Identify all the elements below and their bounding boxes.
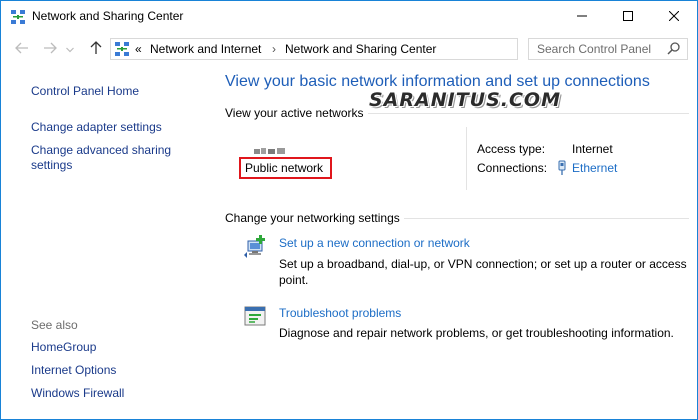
search-icon[interactable] [667, 41, 683, 57]
active-networks-label: View your active networks [225, 106, 368, 120]
recent-locations-button[interactable] [64, 40, 76, 58]
network-name-redacted [254, 144, 286, 154]
see-also-label: See also [31, 318, 78, 332]
up-button[interactable] [87, 40, 105, 58]
change-advanced-sharing-settings-link[interactable]: Change advanced sharing settings [31, 143, 191, 173]
new-connection-icon[interactable] [243, 235, 269, 259]
minimize-icon [577, 10, 587, 24]
internet-options-link[interactable]: Internet Options [31, 363, 116, 378]
homegroup-link[interactable]: HomeGroup [31, 340, 96, 355]
breadcrumb-separator[interactable]: › [272, 42, 276, 56]
window: Network and Sharing Center « Network and… [0, 0, 698, 420]
search-box[interactable] [528, 38, 688, 60]
divider [466, 127, 467, 190]
ethernet-connection-link[interactable]: Ethernet [572, 161, 617, 175]
minimize-button[interactable] [559, 1, 605, 32]
watermark: SARANITUS.COM [369, 89, 561, 111]
arrow-left-icon [15, 42, 29, 57]
troubleshoot-icon[interactable] [243, 305, 269, 329]
back-button[interactable] [13, 40, 31, 58]
network-category[interactable]: Public network [239, 157, 332, 179]
control-panel-icon [114, 41, 130, 57]
arrow-right-icon [43, 42, 57, 57]
address-bar[interactable]: « Network and Internet › Network and Sha… [110, 38, 621, 60]
access-type-label: Access type: [477, 142, 546, 156]
arrow-up-icon [90, 40, 102, 58]
windows-firewall-link[interactable]: Windows Firewall [31, 386, 124, 401]
change-adapter-settings-link[interactable]: Change adapter settings [31, 120, 162, 135]
window-title: Network and Sharing Center [32, 9, 184, 23]
forward-button[interactable] [41, 40, 59, 58]
breadcrumb-network-and-internet[interactable]: Network and Internet [150, 42, 261, 56]
maximize-button[interactable] [605, 1, 651, 32]
access-type-value: Internet [572, 142, 613, 156]
title-bar[interactable]: Network and Sharing Center [1, 1, 697, 32]
breadcrumb-overflow[interactable]: « [135, 42, 142, 56]
search-input[interactable] [529, 39, 665, 59]
chevron-down-icon [66, 42, 74, 56]
maximize-icon [623, 10, 633, 24]
control-panel-home-link[interactable]: Control Panel Home [31, 84, 139, 99]
close-icon [668, 10, 680, 24]
setup-new-connection-link[interactable]: Set up a new connection or network [279, 236, 470, 250]
close-button[interactable] [651, 1, 697, 32]
ethernet-icon [556, 160, 568, 176]
troubleshoot-problems-link[interactable]: Troubleshoot problems [279, 306, 401, 320]
connections-label: Connections: [477, 161, 548, 175]
breadcrumb-network-and-sharing-center[interactable]: Network and Sharing Center [285, 42, 436, 56]
troubleshoot-problems-description: Diagnose and repair network problems, or… [279, 326, 674, 340]
navigation-bar: « Network and Internet › Network and Sha… [1, 34, 697, 64]
setup-new-connection-description: Set up a broadband, dial-up, or VPN conn… [279, 257, 687, 287]
network-icon [10, 9, 26, 25]
change-settings-label: Change your networking settings [225, 211, 404, 225]
